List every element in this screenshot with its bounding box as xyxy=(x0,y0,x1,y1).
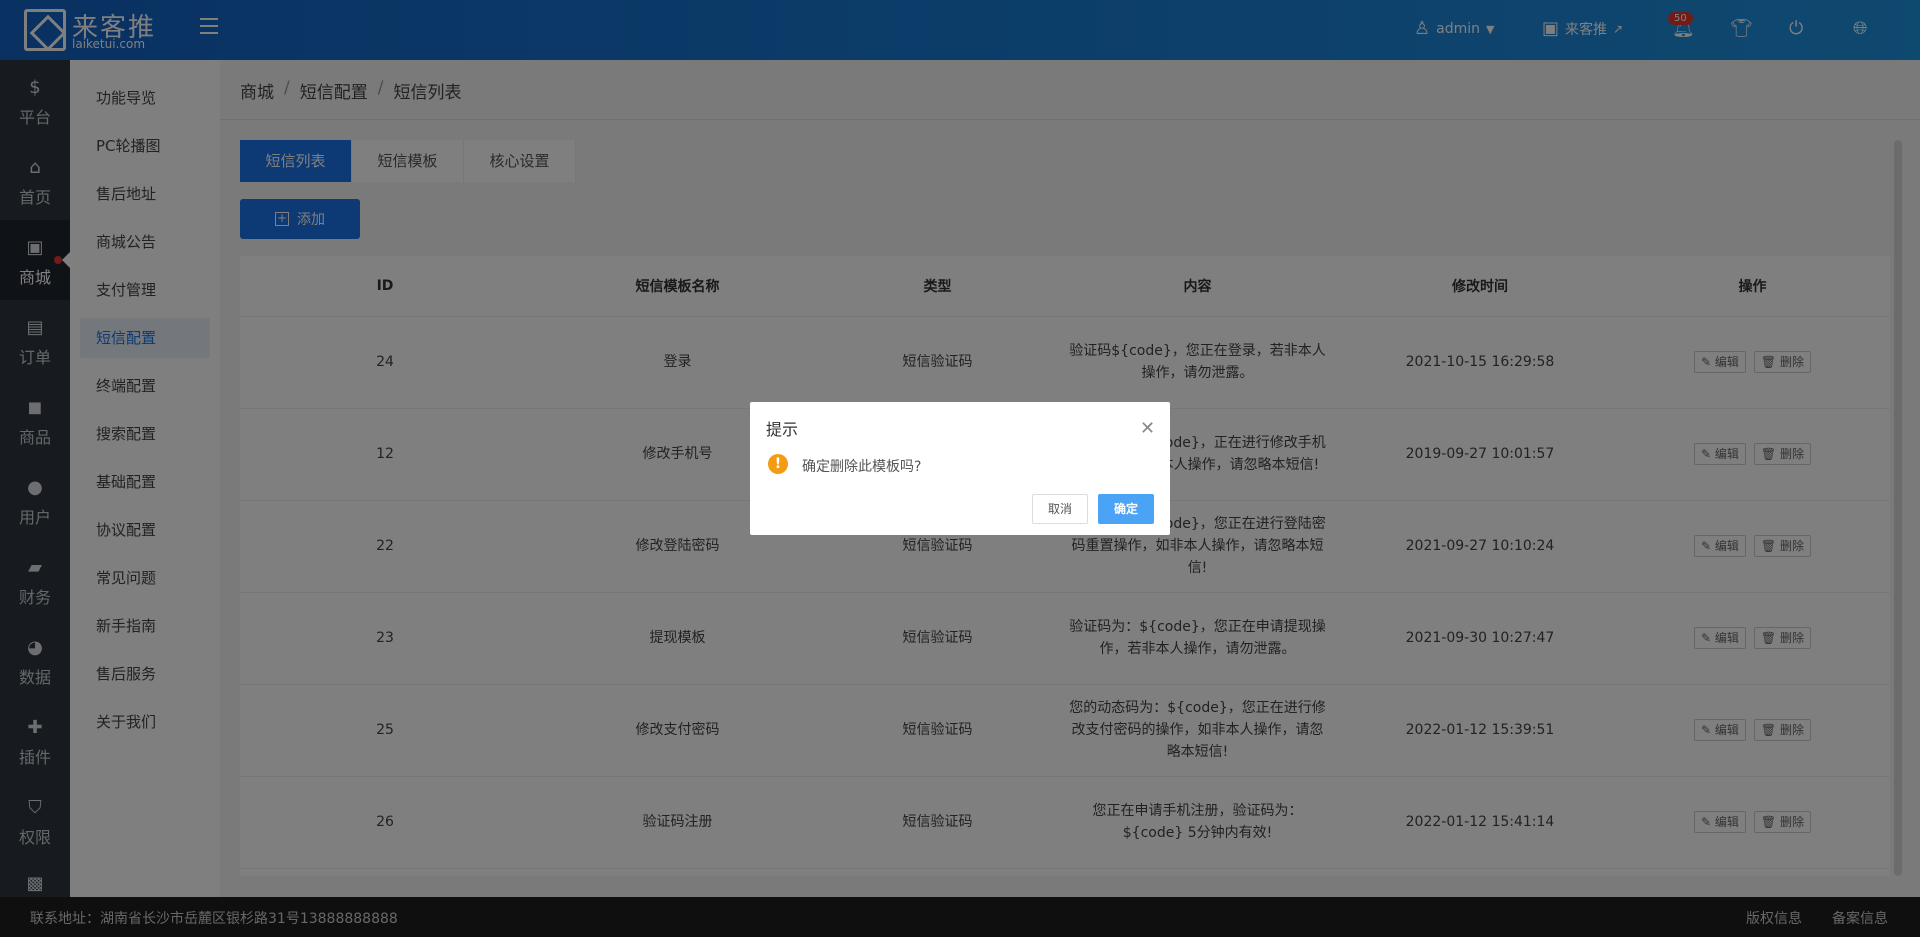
confirm-button[interactable]: 确定 xyxy=(1098,494,1154,524)
dialog-message: 确定删除此模板吗? xyxy=(802,459,922,475)
confirm-dialog: 提示 ✕ ! 确定删除此模板吗? 取消 确定 xyxy=(750,402,1170,535)
dialog-title: 提示 xyxy=(766,420,799,439)
cancel-button[interactable]: 取消 xyxy=(1032,494,1088,524)
warning-icon: ! xyxy=(768,454,788,474)
close-icon[interactable]: ✕ xyxy=(1140,418,1155,439)
